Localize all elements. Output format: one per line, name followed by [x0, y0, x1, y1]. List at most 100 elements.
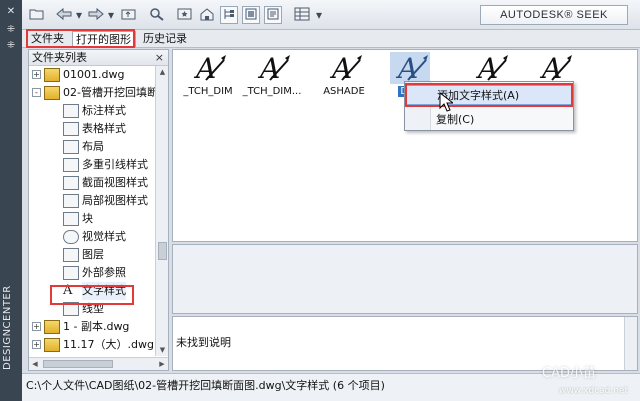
designcenter-side-strip: ✕ ⁜ ⁜ DESIGNCENTER — [0, 0, 22, 401]
text-style-item[interactable]: A _TCH_DIM... — [241, 52, 303, 102]
tab-open-drawings[interactable]: 打开的图形 — [72, 31, 136, 47]
properties-icon[interactable]: ⁜ — [5, 24, 17, 36]
tree-item-label: 块 — [82, 212, 93, 225]
mouse-cursor-icon — [439, 92, 453, 112]
tree-item-visualstyle[interactable]: 视觉样式 — [29, 228, 155, 246]
views-icon[interactable] — [292, 6, 314, 24]
tree-item-sectionview[interactable]: 截面视图样式 — [29, 174, 155, 192]
tree-item-01001[interactable]: + 01001.dwg — [29, 66, 155, 84]
xref-icon — [63, 266, 79, 280]
tree-item-copy-dwg[interactable]: + 1 - 副本.dwg — [29, 318, 155, 336]
layer-icon — [63, 248, 79, 262]
preview-image-panel — [172, 244, 638, 314]
tree-item-label: 标注样式 — [82, 104, 126, 117]
tree-item-label: 视觉样式 — [82, 230, 126, 243]
open-folder-icon[interactable] — [28, 6, 46, 24]
tree-item-label: 局部视图样式 — [82, 194, 148, 207]
tree-item-label: 图层 — [82, 248, 104, 261]
status-path: C:\个人文件\CAD图纸\02-管槽开挖回填断面图.dwg\文字样式 (6 个… — [26, 379, 385, 392]
visualstyle-icon — [63, 230, 79, 244]
tree-item-label: 截面视图样式 — [82, 176, 148, 189]
tree-item-textstyle[interactable]: A 文字样式 — [29, 282, 155, 300]
scroll-thumb[interactable] — [158, 242, 167, 260]
scroll-left-icon[interactable]: ◀ — [29, 358, 41, 370]
tree-item-label: 11.17（大）.dwg — [63, 338, 154, 351]
tree-item-mleaderstyle[interactable]: 多重引线样式 — [29, 156, 155, 174]
tree-item-label: 1 - 副本.dwg — [63, 320, 130, 333]
forward-icon[interactable] — [86, 6, 104, 24]
menu-separator — [433, 106, 571, 107]
item-label: ASHADE — [323, 86, 365, 97]
tree-item-label: 02-管槽开挖回填断 — [63, 86, 155, 99]
tree-item-layer[interactable]: 图层 — [29, 246, 155, 264]
back-dropdown-icon[interactable]: ▾ — [74, 6, 84, 24]
close-icon[interactable]: ✕ — [5, 6, 17, 18]
preview-toggle-icon[interactable] — [242, 6, 260, 24]
text-style-icon: A — [395, 52, 428, 84]
close-icon[interactable]: × — [155, 50, 164, 65]
text-style-item[interactable]: A _TCH_DIM — [177, 52, 239, 102]
palette-title: DESIGNCENTER — [2, 285, 13, 371]
home-icon[interactable] — [198, 6, 216, 24]
svg-text:A: A — [257, 52, 280, 84]
tree-vertical-scrollbar[interactable]: ▲ ▼ — [155, 66, 168, 356]
add-text-style-menu-item[interactable]: 添加文字样式(A) — [405, 85, 573, 105]
copy-menu-item[interactable]: 复制(C) — [405, 110, 573, 130]
tree-header: 文件夹列表 × — [29, 50, 168, 66]
tree-item-layout[interactable]: 布局 — [29, 138, 155, 156]
scroll-right-icon[interactable]: ▶ — [156, 358, 168, 370]
text-style-icon: A — [475, 52, 508, 84]
text-style-item[interactable]: A ASHADE — [313, 52, 375, 102]
tree-item-tablestyle[interactable]: 表格样式 — [29, 120, 155, 138]
tree-toggle-icon[interactable] — [220, 6, 238, 24]
watermark-url: www.xdcad.net — [559, 386, 628, 396]
forward-dropdown-icon[interactable]: ▾ — [106, 6, 116, 24]
description-text: 未找到说明 — [176, 336, 231, 349]
text-style-icon: A — [539, 52, 572, 84]
tree-item-dimstyle[interactable]: 标注样式 — [29, 102, 155, 120]
tree-item-label: 表格样式 — [82, 122, 126, 135]
views-dropdown-icon[interactable]: ▾ — [314, 6, 324, 24]
scroll-down-icon[interactable]: ▼ — [156, 344, 169, 356]
tree-item-label: 外部参照 — [82, 266, 126, 279]
autohide-icon[interactable]: ⁜ — [5, 40, 17, 52]
text-style-icon: A — [257, 52, 290, 84]
tree-header-label: 文件夹列表 — [32, 51, 87, 64]
svg-text:A: A — [193, 52, 216, 84]
tree-item-02-drawing[interactable]: - 02-管槽开挖回填断 — [29, 84, 155, 102]
scroll-up-icon[interactable]: ▲ — [156, 66, 169, 78]
autodesk-seek-button[interactable]: AUTODESK® SEEK — [480, 5, 628, 25]
mleaderstyle-icon — [63, 158, 79, 172]
folder-tree-panel: 文件夹列表 × + 01001.dwg - 02-管槽开挖回填断 标注样式 表格… — [28, 49, 169, 371]
collapse-icon[interactable]: - — [32, 88, 41, 97]
text-style-icon: A — [193, 52, 226, 84]
scroll-thumb[interactable] — [43, 360, 113, 368]
linetype-icon — [63, 302, 79, 316]
description-toggle-icon[interactable] — [264, 6, 282, 24]
dimstyle-icon — [63, 104, 79, 118]
expand-icon[interactable]: + — [32, 322, 41, 331]
selection-highlight: A — [390, 52, 430, 84]
tree-item-detailview[interactable]: 局部视图样式 — [29, 192, 155, 210]
expand-icon[interactable]: + — [32, 70, 41, 79]
content-panel: A _TCH_DIM A _TCH_DIM... A ASHADE A DIM … — [172, 49, 638, 242]
textstyle-icon: A — [63, 283, 73, 298]
expand-icon[interactable]: + — [32, 340, 41, 349]
tree-item-1117-dwg[interactable]: + 11.17（大）.dwg — [29, 336, 155, 354]
tree-item-xref[interactable]: 外部参照 — [29, 264, 155, 282]
dwg-file-icon — [44, 338, 60, 352]
sectionview-icon — [63, 176, 79, 190]
tree-item-block[interactable]: 块 — [29, 210, 155, 228]
folder-up-icon[interactable] — [120, 6, 138, 24]
svg-text:A: A — [475, 52, 498, 84]
tree-horizontal-scrollbar[interactable]: ◀ ▶ — [29, 357, 168, 370]
dwg-file-icon — [44, 86, 60, 100]
layout-icon — [63, 140, 79, 154]
tree-item-linetype[interactable]: 线型 — [29, 300, 155, 318]
tab-folders[interactable]: 文件夹 — [28, 31, 70, 47]
watermark: CAD小苗 — [542, 366, 596, 381]
tab-history[interactable]: 历史记录 — [140, 31, 192, 47]
back-icon[interactable] — [54, 6, 72, 24]
search-icon[interactable] — [148, 6, 166, 24]
favorites-icon[interactable] — [176, 6, 194, 24]
